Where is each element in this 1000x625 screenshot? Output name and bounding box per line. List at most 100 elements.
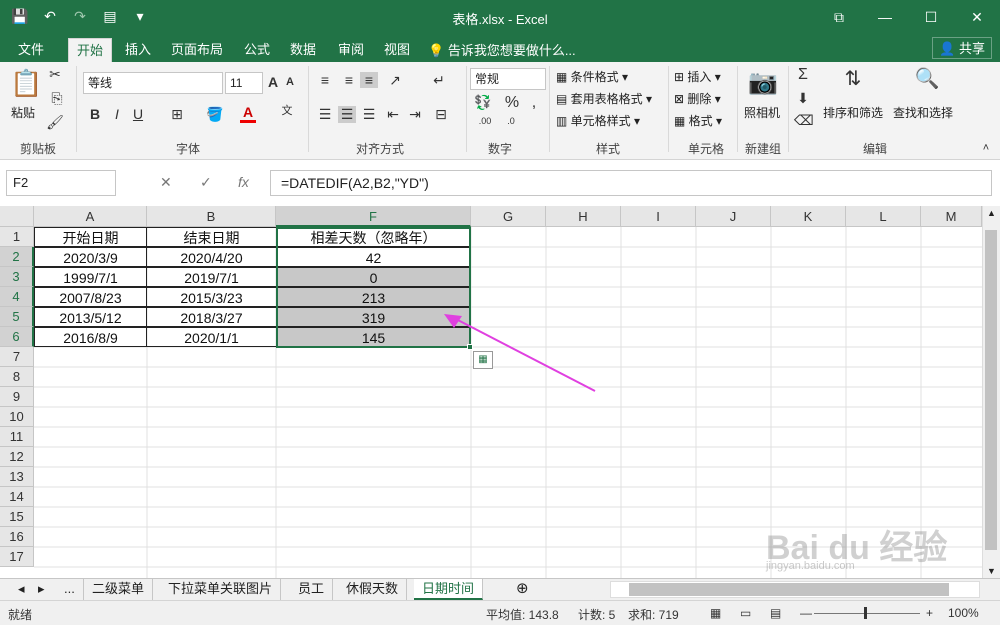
tab-view[interactable]: 视图: [376, 38, 418, 62]
number-format-select[interactable]: 常规: [470, 68, 546, 90]
tab-page-layout[interactable]: 页面布局: [163, 38, 231, 62]
row-header[interactable]: 5: [0, 307, 34, 327]
sort-filter-icon[interactable]: ⇅: [838, 66, 868, 91]
column-header-j[interactable]: J: [696, 206, 771, 227]
column-header-k[interactable]: K: [771, 206, 846, 227]
name-box[interactable]: F2: [6, 170, 116, 196]
formula-input[interactable]: =DATEDIF(A2,B2,"YD"): [270, 170, 992, 196]
zoom-slider[interactable]: [814, 613, 920, 614]
row-header[interactable]: 4: [0, 287, 34, 307]
align-top-icon[interactable]: ≡: [316, 72, 334, 88]
header-cell-start-date[interactable]: 开始日期: [34, 227, 147, 247]
scroll-up-icon[interactable]: ▲: [987, 208, 996, 218]
row-header[interactable]: 13: [0, 467, 34, 487]
align-center-icon[interactable]: ☰: [338, 106, 356, 123]
row-header[interactable]: 14: [0, 487, 34, 507]
fill-color-icon[interactable]: 🪣: [206, 106, 224, 123]
table-cell[interactable]: 2018/3/27: [146, 307, 277, 327]
row-header[interactable]: 2: [0, 247, 34, 267]
scroll-down-icon[interactable]: ▼: [987, 566, 996, 576]
horizontal-scroll-thumb[interactable]: [629, 583, 949, 596]
zoom-level[interactable]: 100%: [948, 606, 979, 620]
sheet-tab[interactable]: 二级菜单: [84, 579, 154, 600]
sheet-tab[interactable]: 员工: [290, 579, 334, 600]
table-cell[interactable]: 2020/3/9: [34, 247, 147, 267]
font-color-icon[interactable]: A: [240, 104, 256, 123]
table-cell[interactable]: 213: [276, 287, 471, 307]
horizontal-scrollbar[interactable]: [610, 581, 980, 598]
autosum-icon[interactable]: Σ: [794, 66, 812, 84]
column-header-f[interactable]: F: [276, 206, 471, 227]
bold-button[interactable]: B: [88, 106, 102, 122]
tab-review[interactable]: 审阅: [330, 38, 372, 62]
add-sheet-icon[interactable]: ⊕: [508, 579, 537, 600]
column-header-i[interactable]: I: [621, 206, 696, 227]
table-cell[interactable]: 2020/1/1: [146, 327, 277, 347]
paste-icon[interactable]: 📋: [10, 68, 42, 99]
table-cell[interactable]: 2016/8/9: [34, 327, 147, 347]
row-header[interactable]: 1: [0, 227, 34, 247]
delete-cells-button[interactable]: ⊠ 删除 ▾: [674, 90, 721, 107]
fill-icon[interactable]: ⬇: [794, 90, 812, 107]
format-as-table-button[interactable]: ▤ 套用表格格式 ▾: [556, 90, 652, 107]
column-header-m[interactable]: M: [921, 206, 982, 227]
clear-icon[interactable]: ⌫: [794, 112, 814, 129]
increase-indent-icon[interactable]: ⇥: [406, 106, 424, 123]
sort-filter-label[interactable]: 排序和筛选: [823, 104, 883, 121]
close-icon[interactable]: ✕: [954, 0, 1000, 34]
borders-icon[interactable]: ⊞: [168, 106, 186, 123]
active-cell[interactable]: 42: [276, 247, 471, 267]
phonetic-icon[interactable]: 文: [276, 102, 298, 118]
column-header-h[interactable]: H: [546, 206, 621, 227]
column-header-l[interactable]: L: [846, 206, 921, 227]
vertical-scrollbar[interactable]: ▲ ▼: [982, 206, 1000, 578]
row-header[interactable]: 9: [0, 387, 34, 407]
wrap-text-icon[interactable]: ↵: [430, 72, 448, 89]
find-select-label[interactable]: 查找和选择: [893, 104, 953, 121]
insert-function-icon[interactable]: fx: [238, 174, 249, 190]
copy-icon[interactable]: ⎘: [46, 90, 68, 107]
collapse-ribbon-icon[interactable]: ˄: [978, 142, 994, 154]
row-header[interactable]: 16: [0, 527, 34, 547]
cut-icon[interactable]: ✂: [46, 66, 64, 83]
sheet-tab[interactable]: 下拉菜单关联图片: [160, 579, 282, 600]
decrease-decimal-icon[interactable]: .0: [500, 116, 522, 126]
font-size-select[interactable]: 11: [225, 72, 263, 94]
maximize-icon[interactable]: ☐: [908, 0, 954, 34]
table-cell[interactable]: 2015/3/23: [146, 287, 277, 307]
zoom-slider-thumb[interactable]: [864, 607, 867, 619]
comma-style-button[interactable]: ,: [526, 94, 542, 112]
share-button[interactable]: 👤 共享: [932, 37, 992, 59]
column-header-g[interactable]: G: [471, 206, 546, 227]
row-header[interactable]: 10: [0, 407, 34, 427]
header-cell-days-diff[interactable]: 相差天数（忽略年）: [276, 227, 471, 247]
italic-button[interactable]: I: [110, 106, 124, 122]
cell-styles-button[interactable]: ▥ 单元格样式 ▾: [556, 112, 640, 129]
header-cell-end-date[interactable]: 结束日期: [146, 227, 277, 247]
ribbon-display-icon[interactable]: ⧉: [816, 0, 862, 34]
normal-view-icon[interactable]: ▦: [710, 606, 721, 620]
increase-decimal-icon[interactable]: .00: [474, 116, 496, 126]
tab-data[interactable]: 数据: [282, 38, 324, 62]
zoom-in-icon[interactable]: +: [926, 606, 933, 620]
table-cell[interactable]: 2007/8/23: [34, 287, 147, 307]
tab-formulas[interactable]: 公式: [236, 38, 278, 62]
shrink-font-icon[interactable]: A: [284, 76, 296, 88]
camera-label[interactable]: 照相机: [744, 104, 780, 121]
format-painter-icon[interactable]: 🖌: [46, 114, 64, 131]
tab-file[interactable]: 文件: [10, 38, 52, 62]
align-middle-icon[interactable]: ≡: [340, 72, 358, 88]
align-bottom-icon[interactable]: ≡: [360, 72, 378, 88]
cancel-icon[interactable]: ✕: [160, 174, 172, 191]
sheet-tab-more[interactable]: ...: [56, 579, 84, 600]
row-header[interactable]: 17: [0, 547, 34, 567]
format-cells-button[interactable]: ▦ 格式 ▾: [674, 112, 722, 129]
camera-icon[interactable]: 📷: [748, 68, 778, 97]
enter-icon[interactable]: ✓: [200, 174, 212, 191]
align-right-icon[interactable]: ☰: [360, 106, 378, 123]
page-break-view-icon[interactable]: ▤: [770, 606, 781, 620]
align-left-icon[interactable]: ☰: [316, 106, 334, 123]
vertical-scroll-thumb[interactable]: [985, 230, 997, 550]
tab-insert[interactable]: 插入: [117, 38, 159, 62]
table-cell[interactable]: 0: [276, 267, 471, 287]
